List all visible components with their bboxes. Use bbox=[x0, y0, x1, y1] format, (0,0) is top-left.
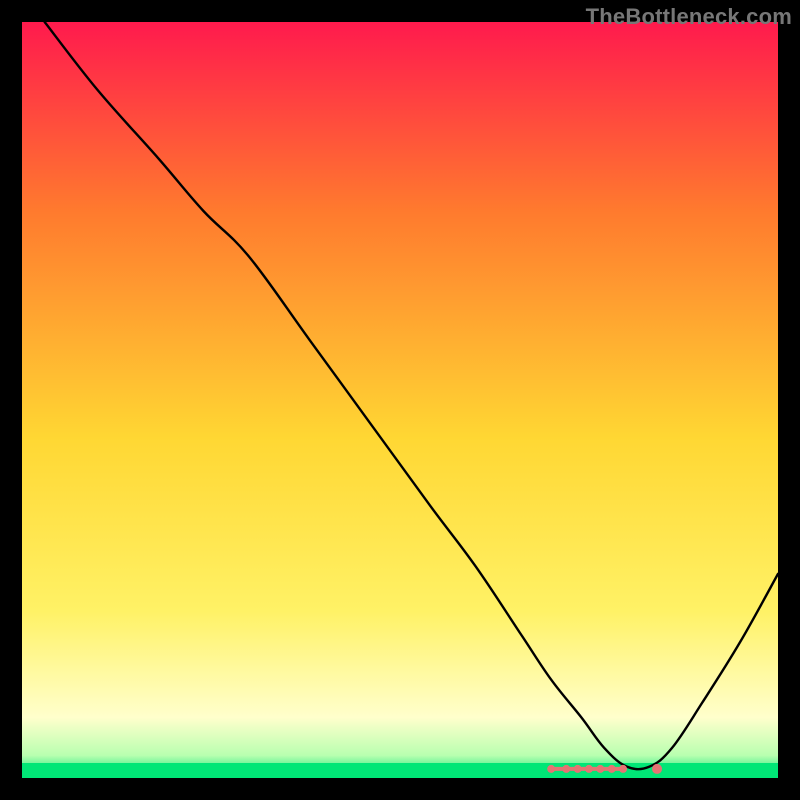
plot-area bbox=[22, 22, 778, 778]
chart-svg bbox=[22, 22, 778, 778]
bottom-green-band bbox=[22, 763, 778, 778]
marker-dot bbox=[619, 765, 627, 773]
chart-frame: TheBottleneck.com bbox=[0, 0, 800, 800]
marker-dot bbox=[596, 765, 604, 773]
marker-dot bbox=[574, 765, 582, 773]
gradient-background bbox=[22, 22, 778, 778]
watermark-text: TheBottleneck.com bbox=[586, 4, 792, 30]
marker-dot bbox=[562, 765, 570, 773]
marker-dot bbox=[608, 765, 616, 773]
marker-dot bbox=[585, 765, 593, 773]
marker-dot bbox=[652, 764, 662, 774]
marker-dot bbox=[547, 765, 555, 773]
